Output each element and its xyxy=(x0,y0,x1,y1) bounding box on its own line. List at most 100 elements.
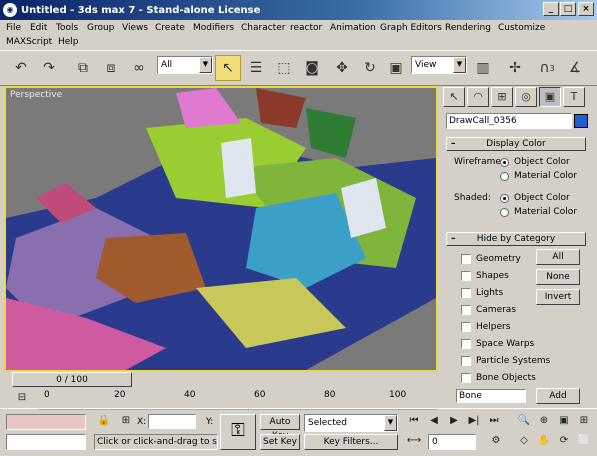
time-configuration-icon[interactable]: ⚙ xyxy=(488,434,504,450)
shapes-checkbox[interactable] xyxy=(461,271,471,281)
wireframe-object-color-label: Object Color xyxy=(514,157,570,167)
tick-label-20: 20 xyxy=(114,390,126,400)
minimize-button[interactable]: _ xyxy=(543,2,559,16)
maximize-button[interactable]: □ xyxy=(560,2,576,16)
rectangular-selection-icon[interactable]: ⬚ xyxy=(271,55,297,81)
x-coord-field[interactable] xyxy=(148,414,196,429)
cameras-label: Cameras xyxy=(476,305,517,315)
bind-space-warp-icon[interactable]: ∞ xyxy=(126,55,152,81)
wireframe-material-color-radio[interactable] xyxy=(500,172,509,181)
time-slider-thumb[interactable]: 0 / 100 xyxy=(12,372,132,387)
particle-systems-checkbox[interactable] xyxy=(461,356,471,366)
angle-snap-icon[interactable]: ∡ xyxy=(562,55,588,81)
menu-maxscript[interactable]: MAXScript xyxy=(6,35,52,49)
select-and-link-icon[interactable]: ⧉ xyxy=(70,55,96,81)
key-mode-icon[interactable]: ⚿ xyxy=(220,414,256,450)
display-tab-icon[interactable]: ▣ xyxy=(539,87,561,107)
select-and-scale-icon[interactable]: ▣ xyxy=(383,55,409,81)
display-color-rollout[interactable]: – Display Color xyxy=(446,137,586,151)
none-button[interactable]: None xyxy=(536,269,580,285)
all-button[interactable]: All xyxy=(536,249,580,265)
menu-create[interactable]: Create xyxy=(155,21,185,35)
use-pivot-center-icon[interactable]: ▥ xyxy=(470,55,496,81)
menu-modifiers[interactable]: Modifiers xyxy=(193,21,234,35)
modify-tab-icon[interactable]: ◠ xyxy=(467,87,489,107)
next-frame-icon[interactable]: ▶| xyxy=(466,414,482,430)
zoom-icon[interactable]: 🔍 xyxy=(516,414,532,430)
unlink-icon[interactable]: ⧈ xyxy=(98,55,124,81)
pan-icon[interactable]: ✋ xyxy=(536,434,552,450)
create-tab-icon[interactable]: ↖ xyxy=(443,87,465,107)
maxscript-listener-mini[interactable] xyxy=(6,414,86,430)
menu-graph-editors[interactable]: Graph Editors xyxy=(380,21,442,35)
menu-animation[interactable]: Animation xyxy=(330,21,376,35)
window-crossing-icon[interactable]: ◙ xyxy=(299,55,325,81)
shaded-material-color-radio[interactable] xyxy=(500,208,509,217)
utilities-tab-icon[interactable]: T xyxy=(563,87,585,107)
tick-label-100: 100 xyxy=(389,390,407,400)
menu-views[interactable]: Views xyxy=(122,21,148,35)
helpers-checkbox[interactable] xyxy=(461,322,471,332)
chevron-down-icon: ▼ xyxy=(199,57,212,73)
menu-character[interactable]: Character xyxy=(241,21,285,35)
track-bar[interactable]: ⊟ 0 20 40 60 80 100 xyxy=(4,388,438,410)
selection-filter-dropdown[interactable]: All ▼ xyxy=(157,56,213,74)
undo-icon[interactable]: ↶ xyxy=(8,55,34,81)
menu-help[interactable]: Help xyxy=(58,35,79,49)
go-to-end-icon[interactable]: ⏭ xyxy=(486,414,502,430)
menu-reactor[interactable]: reactor xyxy=(290,21,322,35)
select-and-move-icon[interactable]: ✥ xyxy=(329,55,355,81)
manipulate-icon[interactable]: ✢ xyxy=(502,55,528,81)
absolute-mode-icon[interactable]: ⊞ xyxy=(118,414,134,430)
space-warps-checkbox[interactable] xyxy=(461,339,471,349)
invert-button[interactable]: Invert xyxy=(536,289,580,305)
menu-edit[interactable]: Edit xyxy=(30,21,47,35)
key-selection-dropdown[interactable]: Selected ▼ xyxy=(304,414,398,432)
menu-rendering[interactable]: Rendering xyxy=(445,21,491,35)
key-mode-toggle-icon[interactable]: ⟷ xyxy=(406,434,422,450)
add-button[interactable]: Add xyxy=(536,388,580,404)
menu-tools[interactable]: Tools xyxy=(56,21,78,35)
lights-checkbox[interactable] xyxy=(461,288,471,298)
hierarchy-tab-icon[interactable]: ⊞ xyxy=(491,87,513,107)
geometry-checkbox[interactable] xyxy=(461,254,471,264)
shaded-object-color-radio[interactable] xyxy=(500,194,509,203)
current-frame-field[interactable]: 0 xyxy=(428,434,476,450)
select-object-icon[interactable]: ↖ xyxy=(215,55,241,81)
field-of-view-icon[interactable]: ◇ xyxy=(516,434,532,450)
open-mini-curve-editor-icon[interactable]: ⊟ xyxy=(14,391,30,407)
menu-group[interactable]: Group xyxy=(87,21,114,35)
select-by-name-icon[interactable]: ☰ xyxy=(243,55,269,81)
arc-rotate-icon[interactable]: ⟳ xyxy=(556,434,572,450)
wireframe-object-color-radio[interactable] xyxy=(500,158,509,167)
auto-key-button[interactable]: Auto Key xyxy=(260,414,300,441)
hide-by-category-rollout[interactable]: – Hide by Category xyxy=(446,232,586,246)
set-key-button[interactable]: Set Key xyxy=(260,434,300,450)
close-button[interactable]: × xyxy=(578,2,594,16)
y-coord-label: Y: xyxy=(206,417,214,427)
lock-selection-icon[interactable]: 🔒 xyxy=(96,414,112,430)
key-filters-button[interactable]: Key Filters... xyxy=(304,434,398,450)
motion-tab-icon[interactable]: ◎ xyxy=(515,87,537,107)
maxscript-output-mini[interactable] xyxy=(6,434,86,450)
menu-customize[interactable]: Customize xyxy=(498,21,545,35)
previous-frame-icon[interactable]: ◀ xyxy=(426,414,442,430)
zoom-extents-all-icon[interactable]: ⊞ xyxy=(576,414,592,430)
redo-icon[interactable]: ↷ xyxy=(36,55,62,81)
go-to-start-icon[interactable]: ⏮ xyxy=(406,414,422,430)
bone-objects-checkbox[interactable] xyxy=(461,373,471,383)
select-and-rotate-icon[interactable]: ↻ xyxy=(357,55,383,81)
object-name-field[interactable]: DrawCall_0356 xyxy=(446,113,572,129)
snap-toggle-icon[interactable]: ∩ 3 xyxy=(534,55,560,81)
maximize-viewport-icon[interactable]: ⬜ xyxy=(576,434,592,450)
bone-filter-field[interactable]: Bone xyxy=(456,389,526,403)
play-icon[interactable]: ▶ xyxy=(446,414,462,430)
time-slider[interactable]: 0 / 100 xyxy=(4,372,438,388)
zoom-extents-icon[interactable]: ▣ xyxy=(556,414,572,430)
menu-file[interactable]: File xyxy=(6,21,21,35)
perspective-viewport[interactable]: Perspective xyxy=(4,86,438,372)
object-color-swatch[interactable] xyxy=(574,114,588,128)
zoom-all-icon[interactable]: ⊕ xyxy=(536,414,552,430)
reference-coord-dropdown[interactable]: View ▼ xyxy=(411,56,467,74)
cameras-checkbox[interactable] xyxy=(461,305,471,315)
